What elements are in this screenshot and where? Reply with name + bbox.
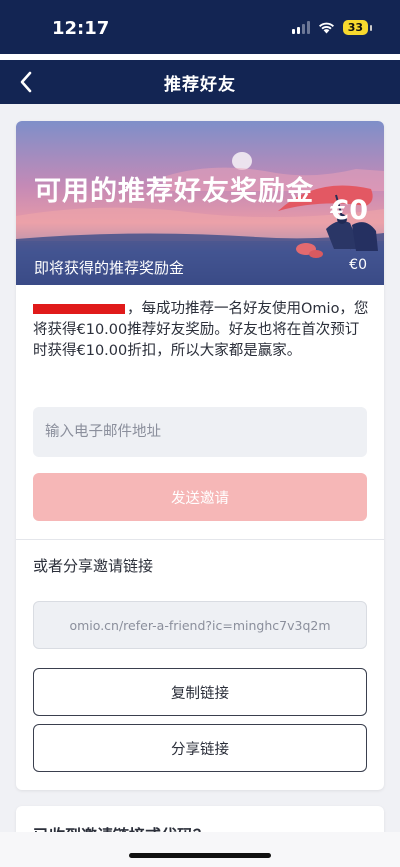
page-title: 推荐好友 (164, 75, 236, 95)
pending-reward-label: 即将获得的推荐奖励金 (34, 259, 185, 277)
nav-bar: 推荐好友 (0, 60, 400, 104)
send-invite-button[interactable]: 发送邀请 (33, 473, 367, 521)
referral-card: 可用的推荐好友奖励金 €0 即将获得的推荐奖励金 €0 ，每成功推荐一名好友使用… (16, 121, 384, 790)
bottom-bar (0, 832, 400, 867)
redacted-text (33, 304, 125, 314)
section-divider (16, 539, 384, 540)
signal-icon (291, 21, 310, 34)
status-bar: 12:17 33 (0, 0, 400, 54)
referral-link-field[interactable]: omio.cn/refer-a-friend?ic=minghc7v3q2m (33, 601, 367, 649)
status-icons: 33 (291, 20, 373, 35)
email-field[interactable] (33, 407, 367, 457)
battery-icon: 33 (342, 20, 373, 35)
wifi-icon (318, 21, 335, 34)
copy-link-button[interactable]: 复制链接 (33, 668, 367, 716)
pending-reward-amount: €0 (349, 257, 367, 273)
home-indicator[interactable] (129, 853, 271, 858)
status-time: 12:17 (52, 18, 110, 39)
share-link-label: 或者分享邀请链接 (33, 557, 154, 575)
reward-title: 可用的推荐好友奖励金 (34, 176, 314, 207)
reward-banner: 可用的推荐好友奖励金 €0 即将获得的推荐奖励金 €0 (16, 121, 384, 285)
reward-amount: €0 (330, 195, 368, 226)
share-link-button[interactable]: 分享链接 (33, 724, 367, 772)
referral-description: ，每成功推荐一名好友使用Omio，您将获得€10.00推荐好友奖励。好友也将在首… (33, 299, 369, 362)
